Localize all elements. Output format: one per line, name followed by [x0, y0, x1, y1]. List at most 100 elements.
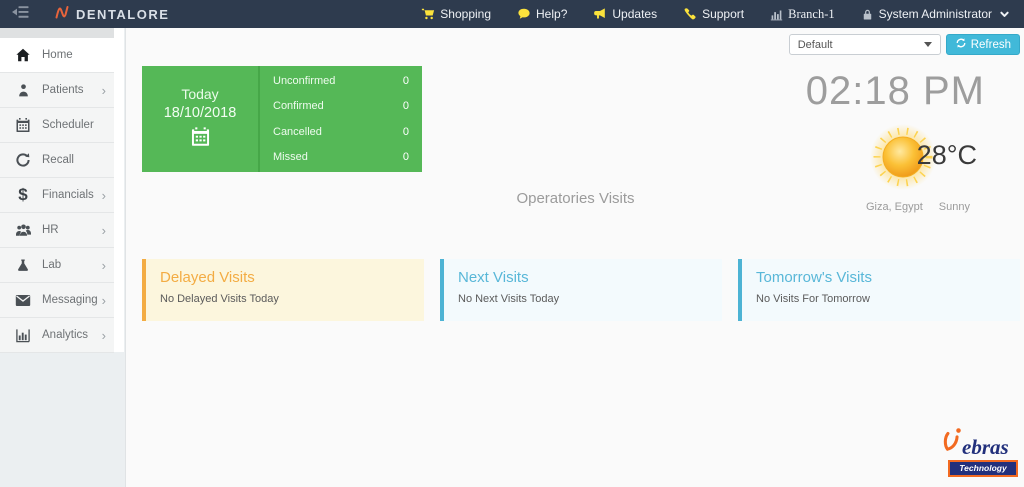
user-menu[interactable]: System Administrator — [861, 7, 1010, 21]
sidebar-scrollbar[interactable] — [113, 28, 124, 352]
stat-row-confirmed: Confirmed 0 — [273, 100, 409, 112]
top-navbar: DENTALORE Shopping Help? Updates Support — [0, 0, 1024, 28]
dentalore-pulse-icon — [54, 4, 70, 25]
stat-row-unconfirmed: Unconfirmed 0 — [273, 75, 409, 87]
sidebar-item-financials[interactable]: Financials — [0, 178, 114, 213]
envelope-icon — [12, 294, 34, 307]
sidebar-item-messaging[interactable]: Messaging — [0, 283, 114, 318]
nav-support[interactable]: Support — [683, 7, 744, 21]
select-arrow-icon — [924, 42, 932, 47]
stat-value: 0 — [403, 75, 409, 87]
sidebar-item-label: Lab — [42, 259, 102, 271]
app-title: DENTALORE — [76, 7, 169, 22]
nav-updates-label: Updates — [612, 7, 657, 21]
calendar-icon — [12, 117, 34, 133]
sidebar-item-analytics[interactable]: Analytics — [0, 318, 114, 353]
today-date: 18/10/2018 — [164, 105, 237, 121]
chevron-right-icon — [102, 329, 106, 342]
sidebar-item-label: Financials — [42, 189, 102, 201]
card-title: Next Visits — [458, 269, 708, 286]
today-date-panel: Today 18/10/2018 — [142, 66, 260, 172]
dashboard-view-select[interactable]: Default — [789, 34, 941, 55]
collapse-menu-icon — [12, 5, 29, 24]
chat-icon — [517, 7, 531, 21]
sidebar-item-label: Patients — [42, 84, 102, 96]
delayed-visits-card: Delayed Visits No Delayed Visits Today — [142, 259, 424, 321]
visit-cards-row: Delayed Visits No Delayed Visits Today N… — [142, 259, 1020, 321]
flask-icon — [12, 258, 34, 273]
card-message: No Visits For Tomorrow — [756, 293, 1006, 305]
nebras-wordmark: ebras — [942, 425, 1018, 458]
sidebar-collapse-button[interactable] — [0, 5, 40, 24]
refresh-label: Refresh — [971, 39, 1011, 51]
sidebar-item-hr[interactable]: HR — [0, 213, 114, 248]
navbar-actions: Shopping Help? Updates Support Branch-1 — [421, 7, 1024, 22]
chevron-right-icon — [102, 189, 106, 202]
temperature: 28°C — [917, 140, 977, 171]
stat-value: 0 — [403, 100, 409, 112]
phone-icon — [683, 7, 697, 21]
nav-help[interactable]: Help? — [517, 7, 567, 21]
sidebar-item-label: Analytics — [42, 329, 102, 341]
today-title: Today — [181, 86, 218, 102]
lock-icon — [861, 8, 874, 21]
sidebar-item-recall[interactable]: Recall — [0, 143, 114, 178]
building-icon — [770, 8, 783, 21]
nebras-brand-text: ebras — [962, 437, 1009, 458]
calendar-icon — [190, 126, 211, 152]
card-title: Tomorrow's Visits — [756, 269, 1006, 286]
sidebar-item-lab[interactable]: Lab — [0, 248, 114, 283]
sidebar-item-label: Messaging — [42, 294, 102, 306]
recall-icon — [12, 152, 34, 168]
nav-updates[interactable]: Updates — [593, 7, 657, 21]
sidebar-item-patients[interactable]: Patients — [0, 73, 114, 108]
card-message: No Delayed Visits Today — [160, 293, 410, 305]
nav-shopping[interactable]: Shopping — [421, 7, 491, 21]
today-visits-card: Today 18/10/2018 Unconfirmed 0 Confirmed… — [142, 66, 422, 172]
nav-branch[interactable]: Branch-1 — [770, 7, 835, 22]
nav-shopping-label: Shopping — [440, 7, 491, 21]
sidebar-item-label: HR — [42, 224, 102, 236]
stat-label: Missed — [273, 151, 308, 163]
next-visits-card: Next Visits No Next Visits Today — [440, 259, 722, 321]
user-menu-label: System Administrator — [879, 7, 992, 21]
stat-label: Unconfirmed — [273, 75, 335, 87]
cart-icon — [421, 7, 435, 21]
refresh-icon — [955, 37, 967, 52]
chevron-down-icon — [999, 10, 1010, 19]
tomorrows-visits-card: Tomorrow's Visits No Visits For Tomorrow — [738, 259, 1020, 321]
app-logo: DENTALORE — [54, 4, 169, 25]
chevron-right-icon — [102, 84, 106, 97]
today-stats: Unconfirmed 0 Confirmed 0 Cancelled 0 Mi… — [260, 66, 422, 172]
clock-time: 02:18 PM — [806, 69, 985, 114]
stat-row-missed: Missed 0 — [273, 151, 409, 163]
sidebar-menu: Home Patients Scheduler Recall Financial… — [0, 38, 114, 353]
sidebar-item-label: Scheduler — [42, 119, 106, 131]
stat-label: Cancelled — [273, 126, 322, 138]
sidebar-item-label: Recall — [42, 154, 106, 166]
people-icon — [12, 223, 34, 238]
view-select-value: Default — [798, 39, 924, 51]
stat-value: 0 — [403, 151, 409, 163]
sidebar-top-strip — [0, 28, 114, 38]
patient-icon — [12, 83, 34, 98]
stat-label: Confirmed — [273, 100, 324, 112]
nav-support-label: Support — [702, 7, 744, 21]
chevron-right-icon — [102, 224, 106, 237]
refresh-button[interactable]: Refresh — [946, 34, 1020, 55]
megaphone-icon — [593, 7, 607, 21]
main-content: Default Refresh Today 18/10/2018 Unconfi… — [127, 28, 1024, 487]
nebras-tagline: Technology — [948, 460, 1018, 477]
dollar-icon — [12, 185, 34, 205]
chevron-right-icon — [102, 259, 106, 272]
home-icon — [12, 47, 34, 63]
nav-branch-label: Branch-1 — [788, 7, 835, 22]
chevron-right-icon — [102, 294, 106, 307]
card-title: Delayed Visits — [160, 269, 410, 286]
stat-value: 0 — [403, 126, 409, 138]
bar-chart-icon — [12, 328, 34, 343]
sidebar-item-scheduler[interactable]: Scheduler — [0, 108, 114, 143]
nebras-technology-logo: ebras Technology — [942, 425, 1018, 477]
sidebar-item-home[interactable]: Home — [0, 38, 114, 73]
nav-help-label: Help? — [536, 7, 567, 21]
